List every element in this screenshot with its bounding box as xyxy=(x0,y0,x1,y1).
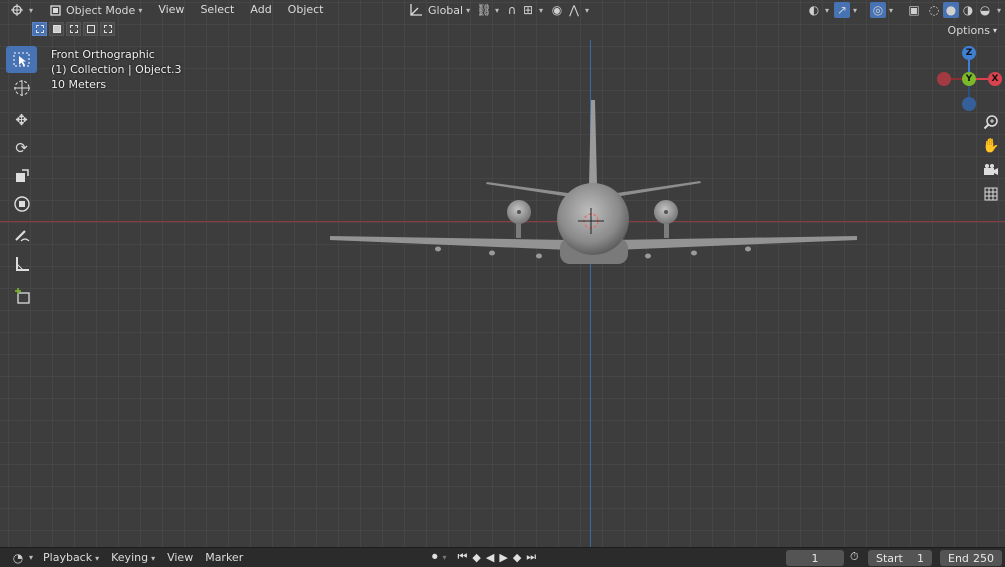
transform-tool[interactable] xyxy=(6,190,37,217)
orientation-axes-icon xyxy=(408,2,424,18)
options-dropdown[interactable]: Options ▾ xyxy=(944,22,1001,38)
gizmo-y-button[interactable]: Y xyxy=(962,72,976,86)
pivot-point-button[interactable]: ⛓ ▾ xyxy=(472,1,503,19)
shading-modes: ◌ ● ◑ ◒ ▾ xyxy=(922,1,1005,19)
overlays-icon: ◎ xyxy=(870,2,886,18)
gizmo-x-button[interactable]: X xyxy=(988,72,1002,86)
timeline-view-menu[interactable]: View xyxy=(161,551,199,564)
falloff-button[interactable]: ⋀ ▾ xyxy=(562,1,593,19)
clock-icon: ◔ xyxy=(12,550,24,565)
menu-select[interactable]: Select xyxy=(192,1,242,19)
keying-menu[interactable]: Keying ▾ xyxy=(105,551,161,564)
select-new-button[interactable] xyxy=(32,22,47,36)
scale-icon xyxy=(15,168,29,182)
rotate-icon: ⟳ xyxy=(15,138,28,157)
timeline-editor-type[interactable]: ◔ ▾ xyxy=(6,549,37,567)
overlays-toggle[interactable]: ◎ ▾ xyxy=(866,1,897,19)
annotate-tool[interactable] xyxy=(6,222,37,249)
cursor-icon xyxy=(13,79,30,96)
viewport-info: Front Orthographic (1) Collection | Obje… xyxy=(51,47,182,92)
object-mode-icon xyxy=(47,2,63,18)
solid-shading-icon[interactable]: ● xyxy=(943,2,959,18)
3d-viewport[interactable]: Front Orthographic (1) Collection | Obje… xyxy=(0,0,1005,547)
menu-object[interactable]: Object xyxy=(280,1,332,19)
gizmo-neg-x-button[interactable] xyxy=(937,72,951,86)
menu-add[interactable]: Add xyxy=(242,1,279,19)
viewport-header: ▾ Object Mode ▾ View Select Add Object Gl… xyxy=(0,0,1005,20)
end-label: End xyxy=(948,551,969,565)
start-value: 1 xyxy=(917,551,924,565)
gizmo-z-button[interactable]: Z xyxy=(962,46,976,60)
jump-start-icon[interactable]: ⏮ xyxy=(458,550,468,564)
collection-label: (1) Collection | Object.3 xyxy=(51,63,182,76)
view-name-label: Front Orthographic xyxy=(51,48,155,61)
camera-icon[interactable] xyxy=(980,159,1002,181)
select-invert-button[interactable] xyxy=(83,22,98,36)
select-box-tool[interactable] xyxy=(6,46,37,73)
select-box-icon xyxy=(13,52,29,66)
falloff-curve-icon: ⋀ xyxy=(569,3,579,17)
rendered-shading-icon[interactable]: ◒ xyxy=(977,2,993,18)
next-keyframe-icon[interactable]: ◆ xyxy=(513,551,521,564)
add-cube-icon xyxy=(14,287,30,304)
mode-label: Object Mode xyxy=(66,3,136,17)
preview-range-icon[interactable]: ⏱ xyxy=(850,550,859,564)
select-intersect-button[interactable] xyxy=(100,22,115,36)
snap-target-button[interactable]: ⊞ ▾ xyxy=(516,1,547,19)
snap-increment-icon: ⊞ xyxy=(522,3,534,17)
ruler-icon xyxy=(15,256,29,271)
pivot-link-icon: ⛓ xyxy=(476,3,492,17)
select-extend-button[interactable] xyxy=(49,22,64,36)
mode-selector[interactable]: Object Mode ▾ xyxy=(43,1,146,19)
options-label: Options xyxy=(947,23,990,37)
current-frame-value: 1 xyxy=(811,551,819,565)
menu-view[interactable]: View xyxy=(150,1,192,19)
end-value: 250 xyxy=(973,551,994,565)
move-arrows-icon: ✥ xyxy=(15,110,28,129)
current-frame-field[interactable]: 1 xyxy=(786,550,844,566)
select-subtract-button[interactable] xyxy=(66,22,81,36)
material-shading-icon[interactable]: ◑ xyxy=(960,2,976,18)
add-cube-tool[interactable] xyxy=(6,282,37,309)
playback-controls: ⏺ ▾ ⏮ ◆ ◀ ▶ ◆ ⏭ xyxy=(432,550,537,564)
pencil-icon xyxy=(14,229,29,241)
pan-hand-icon[interactable]: ✋ xyxy=(980,135,1002,157)
gizmo-arrow-icon: ↗ xyxy=(834,2,850,18)
tool-shelf: ✥ ⟳ xyxy=(6,46,37,310)
zoom-icon[interactable] xyxy=(980,111,1002,133)
cursor-tool[interactable] xyxy=(6,74,37,101)
record-icon[interactable]: ⏺ xyxy=(432,550,438,564)
marker-menu[interactable]: Marker xyxy=(199,551,249,564)
end-frame-field[interactable]: End 250 xyxy=(940,550,1002,566)
measure-tool[interactable] xyxy=(6,250,37,277)
xray-icon: ▣ xyxy=(908,3,920,17)
move-tool[interactable]: ✥ xyxy=(6,106,37,133)
navigation-gizmo[interactable]: Z X Y xyxy=(930,44,1004,114)
play-reverse-icon[interactable]: ◀ xyxy=(486,551,494,564)
orientation-label: Global xyxy=(428,3,464,17)
selection-mode-group xyxy=(32,22,115,38)
scale-tool[interactable] xyxy=(6,162,37,189)
transform-icon xyxy=(13,195,30,212)
eye-icon: ◐ xyxy=(808,3,820,17)
wireframe-shading-icon[interactable]: ◌ xyxy=(926,2,942,18)
globe-cursor-icon xyxy=(10,2,26,18)
gizmo-toggle[interactable]: ↗ ▾ xyxy=(830,1,861,19)
playback-menu[interactable]: Playback ▾ xyxy=(37,551,105,564)
start-frame-field[interactable]: Start 1 xyxy=(868,550,932,566)
editor-type-button[interactable]: ▾ xyxy=(6,1,37,19)
prev-keyframe-icon[interactable]: ◆ xyxy=(472,551,480,564)
keying-label: Keying xyxy=(111,551,149,564)
grid-scale-label: 10 Meters xyxy=(51,78,107,91)
rotate-tool[interactable]: ⟳ xyxy=(6,134,37,161)
transform-orientation-selector[interactable]: Global ▾ xyxy=(404,1,474,19)
visibility-button[interactable]: ◐ ▾ xyxy=(802,1,833,19)
gizmo-neg-z-button[interactable] xyxy=(962,97,976,111)
start-label: Start xyxy=(876,551,903,565)
jump-end-icon[interactable]: ⏭ xyxy=(526,550,536,564)
play-icon[interactable]: ▶ xyxy=(499,551,507,564)
playback-label: Playback xyxy=(43,551,93,564)
grid-view-icon[interactable] xyxy=(980,183,1002,205)
